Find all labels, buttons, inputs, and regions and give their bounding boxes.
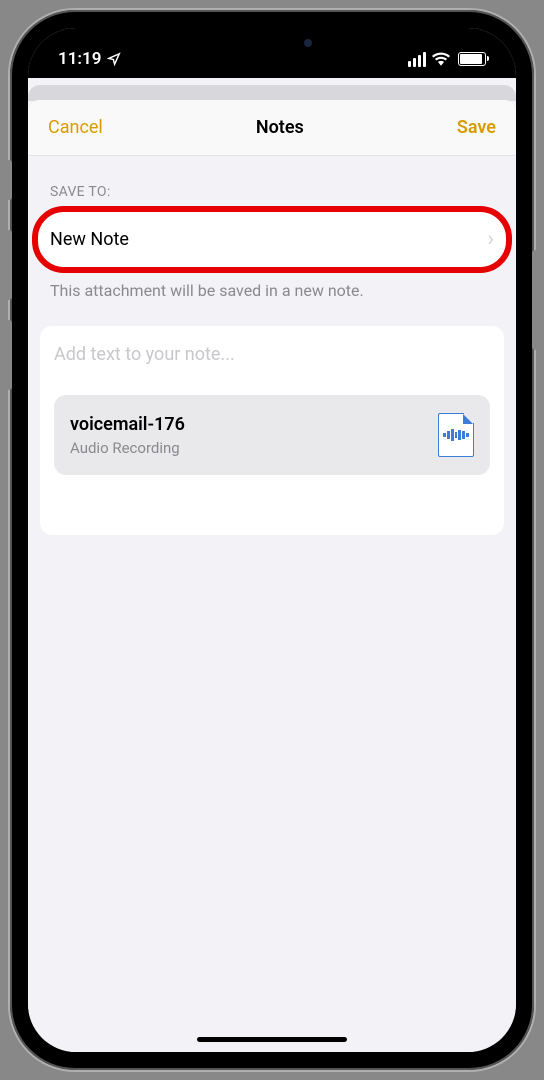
note-compose-card: Add text to your note... voicemail-176 A… <box>40 326 504 535</box>
chevron-right-icon: › <box>487 227 494 252</box>
destination-row-wrap: New Note › <box>36 210 508 269</box>
wifi-icon <box>432 52 450 66</box>
attachment-title: voicemail-176 <box>70 414 185 435</box>
destination-value: New Note <box>50 229 129 250</box>
status-left: 11:19 <box>58 49 121 69</box>
attachment-info: voicemail-176 Audio Recording <box>70 414 185 457</box>
save-button[interactable]: Save <box>457 117 496 138</box>
status-time: 11:19 <box>58 49 101 69</box>
power-button <box>532 250 538 350</box>
waveform-icon <box>443 428 469 442</box>
status-right <box>408 52 486 67</box>
share-sheet: Cancel Notes Save SAVE TO: New Note › Th… <box>28 100 516 1052</box>
audio-file-icon <box>438 413 474 457</box>
front-camera <box>304 39 312 47</box>
attachment-card[interactable]: voicemail-176 Audio Recording <box>54 395 490 475</box>
cellular-signal-icon <box>408 52 426 67</box>
screen: 11:19 Cancel Notes <box>28 28 516 1052</box>
save-to-label: SAVE TO: <box>28 156 516 210</box>
cancel-button[interactable]: Cancel <box>48 117 103 138</box>
volume-down-button <box>6 320 12 390</box>
sheet-content: SAVE TO: New Note › This attachment will… <box>28 156 516 535</box>
iphone-frame: 11:19 Cancel Notes <box>10 10 534 1070</box>
location-icon <box>107 52 121 66</box>
volume-up-button <box>6 230 12 300</box>
nav-title: Notes <box>256 117 304 138</box>
battery-icon <box>458 52 486 66</box>
mute-switch <box>6 160 12 200</box>
note-text-input[interactable]: Add text to your note... <box>54 344 490 395</box>
save-destination-row[interactable]: New Note › <box>36 210 508 269</box>
home-indicator[interactable] <box>197 1037 347 1042</box>
nav-bar: Cancel Notes Save <box>28 100 516 156</box>
modal-backdrop <box>28 85 516 101</box>
attachment-subtitle: Audio Recording <box>70 439 185 457</box>
save-hint-text: This attachment will be saved in a new n… <box>28 269 516 320</box>
notch <box>172 28 372 58</box>
